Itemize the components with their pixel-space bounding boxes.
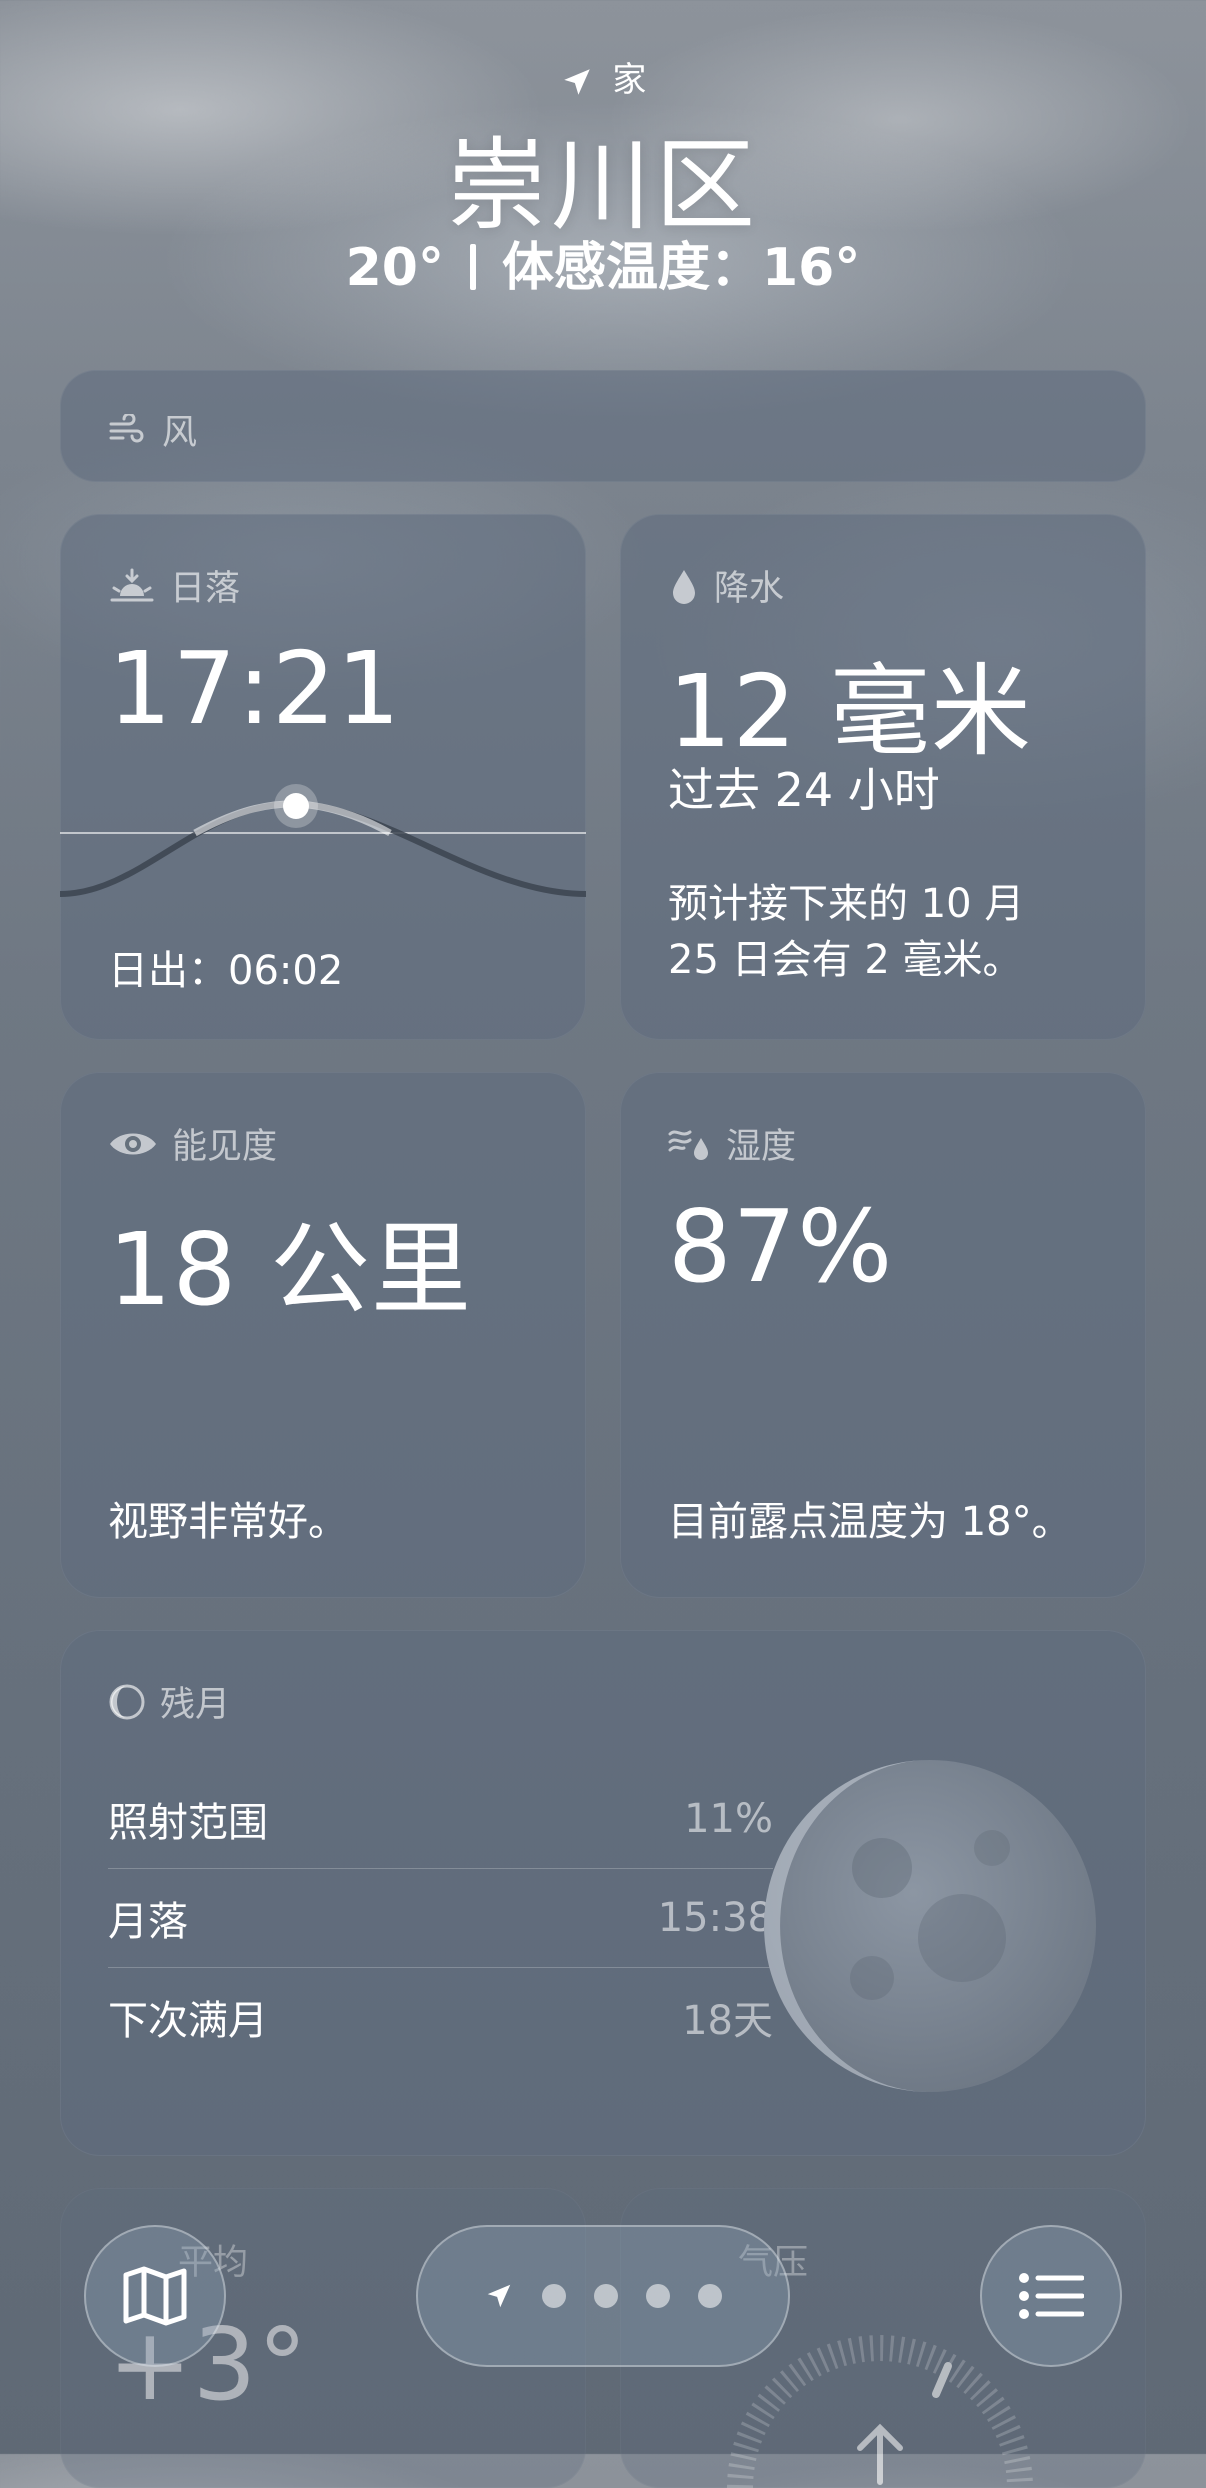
humidity-card-header: 湿度: [668, 1118, 796, 1169]
moon-row-label: 下次满月: [108, 1998, 268, 2044]
moon-row-label: 照射范围: [108, 1800, 268, 1846]
current-temperature: 20°: [345, 238, 444, 298]
page-dot[interactable]: [542, 2284, 566, 2308]
moon-row-label: 月落: [108, 1899, 188, 1945]
precipitation-period: 过去 24 小时: [668, 763, 940, 817]
visibility-card-header: 能见度: [108, 1118, 277, 1169]
sunset-card-title: 日落: [170, 569, 241, 609]
moon-phase-icon: [109, 1684, 145, 1719]
eye-icon: [110, 1133, 156, 1154]
moon-row-value: 11%: [684, 1796, 773, 1842]
page-indicator[interactable]: [416, 2225, 790, 2367]
raindrop-icon: [673, 569, 695, 604]
humidity-card-title: 湿度: [726, 1127, 797, 1167]
sunset-card[interactable]: 日落 17:21 日出：06:02: [60, 514, 586, 1040]
humidity-value: 87%: [668, 1188, 894, 1305]
moon-card-header: 残月: [108, 1676, 230, 1727]
precipitation-card[interactable]: 降水 12 毫米 过去 24 小时 预计接下来的 10 月 25 日会有 2 毫…: [620, 514, 1146, 1040]
page-dot[interactable]: [698, 2284, 722, 2308]
page-dot[interactable]: [594, 2284, 618, 2308]
location-list-button[interactable]: [980, 2225, 1122, 2367]
location-label: 家: [0, 52, 1206, 101]
wind-card[interactable]: 风: [60, 370, 1146, 482]
moon-row-moonset: 月落 15:38: [108, 1869, 773, 1968]
sun-path-graph: [60, 784, 586, 897]
divider: [470, 244, 476, 290]
moon-card[interactable]: 残月 照射范围 11% 月落 15:38 下次满月 18天: [60, 1630, 1146, 2156]
precipitation-card-title: 降水: [714, 569, 785, 609]
page-dot[interactable]: [646, 2284, 670, 2308]
location-arrow-icon[interactable]: [484, 2281, 514, 2311]
visibility-card-title: 能见度: [172, 1127, 278, 1167]
moon-row-value: 18天: [682, 1998, 773, 2044]
list-icon: [1019, 2273, 1084, 2319]
moon-image: [764, 1760, 1096, 2092]
humidity-card[interactable]: 湿度 87% 目前露点温度为 18°。: [620, 1072, 1146, 1598]
humidity-description: 目前露点温度为 18°。: [668, 1499, 1072, 1545]
precipitation-card-header: 降水: [668, 560, 784, 611]
visibility-description: 视野非常好。: [108, 1499, 348, 1545]
sunrise-time: 日出：06:02: [108, 948, 344, 994]
moon-row-next-full-moon: 下次满月 18天: [108, 1968, 773, 2066]
moon-row-illumination: 照射范围 11%: [108, 1770, 773, 1869]
wind-icon: [109, 413, 144, 442]
sunset-icon: [110, 568, 154, 601]
visibility-value: 18 公里: [108, 1211, 473, 1328]
temperature-line: 20° 体感温度：16°: [0, 225, 1206, 300]
moon-row-value: 15:38: [657, 1895, 773, 1941]
location-label-text: 家: [612, 60, 647, 100]
sunset-card-header: 日落: [108, 560, 240, 611]
sunset-time: 17:21: [108, 630, 402, 747]
humidity-icon: [668, 1130, 708, 1160]
wind-card-title: 风: [162, 413, 198, 453]
map-button[interactable]: [84, 2225, 226, 2367]
map-icon: [123, 2266, 187, 2326]
precipitation-forecast: 预计接下来的 10 月 25 日会有 2 毫米。: [668, 876, 1024, 988]
wind-card-header: 风: [108, 404, 197, 455]
visibility-card[interactable]: 能见度 18 公里 视野非常好。: [60, 1072, 586, 1598]
precipitation-forecast-line1: 预计接下来的 10 月: [668, 881, 1025, 927]
location-arrow-icon: [563, 68, 590, 95]
precipitation-forecast-line2: 25 日会有 2 毫米。: [668, 937, 1023, 983]
feels-like-temperature: 体感温度：16°: [502, 238, 861, 298]
moon-card-title: 残月: [160, 1685, 231, 1725]
